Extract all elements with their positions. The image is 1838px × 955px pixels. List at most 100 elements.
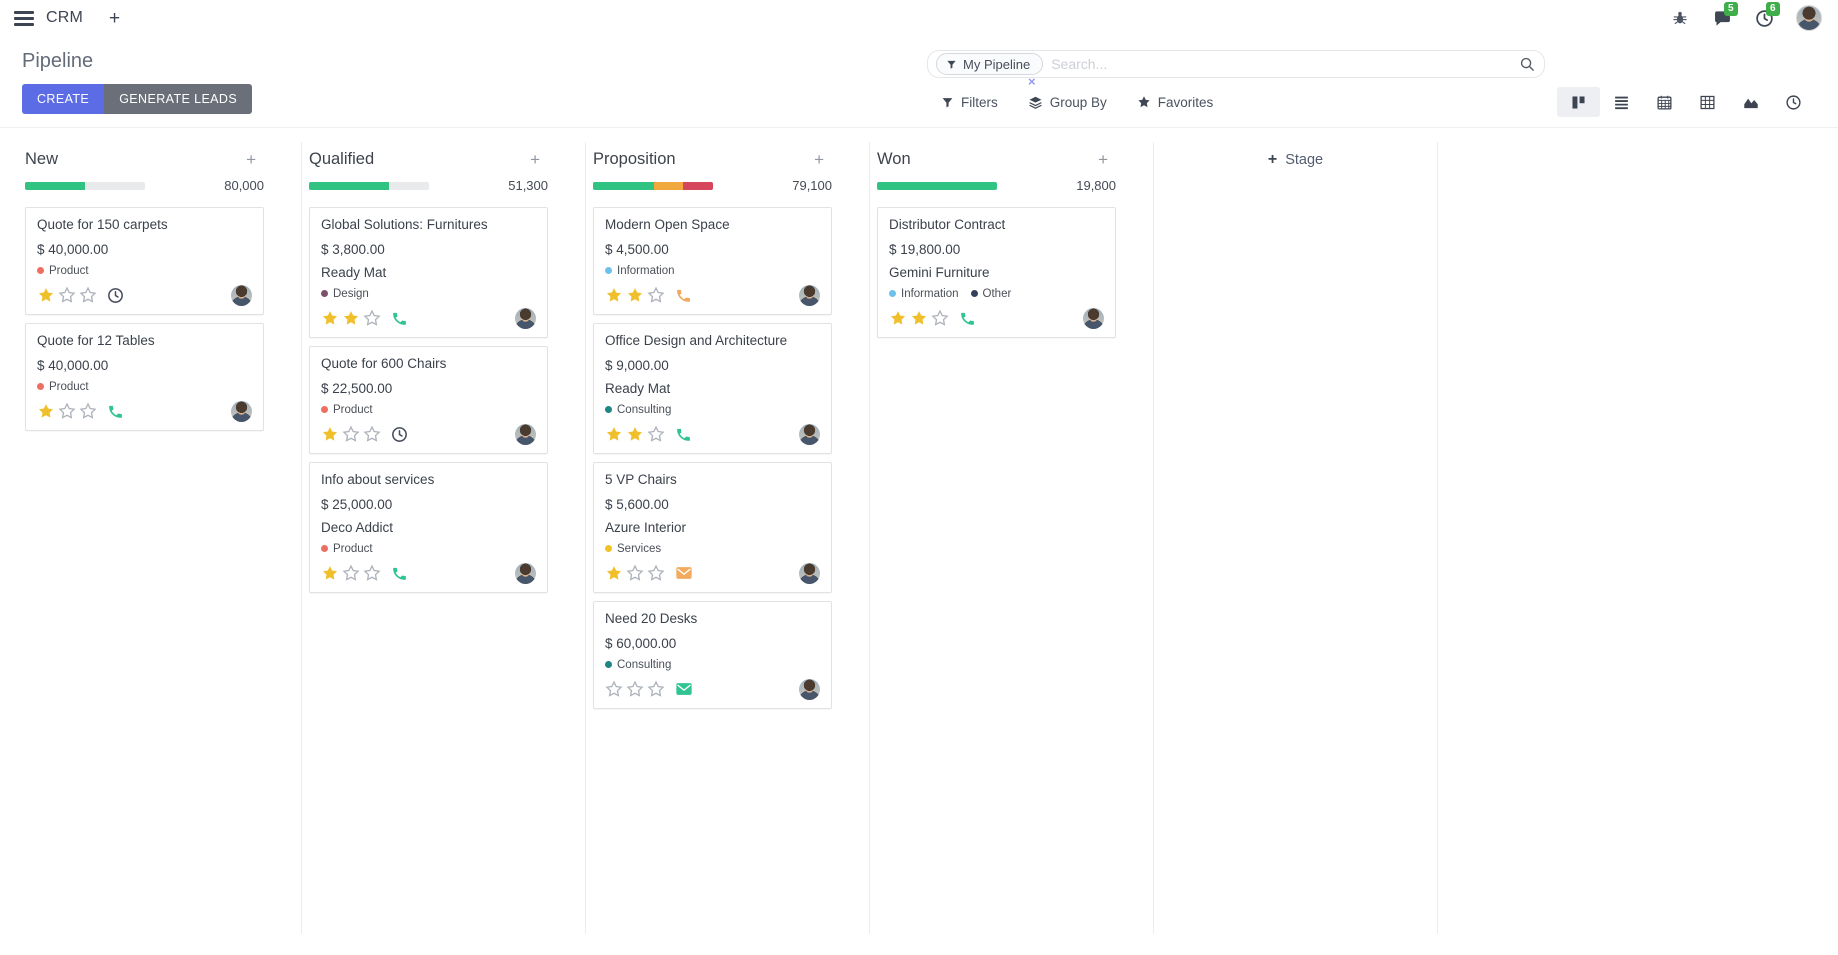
star-icon[interactable]: [931, 309, 949, 327]
star-icon[interactable]: [910, 309, 928, 327]
phone-icon[interactable]: [675, 287, 692, 304]
kanban-card-info-about-services[interactable]: Info about services $ 25,000.00 Deco Add…: [309, 462, 548, 593]
tag-label: Information: [617, 265, 675, 277]
group-by-button[interactable]: Group By: [1028, 95, 1107, 110]
kanban-card-need-20-desks[interactable]: Need 20 Desks $ 60,000.00 Consulting: [593, 601, 832, 709]
clock-icon[interactable]: [391, 426, 408, 443]
tag-product: Product: [321, 543, 373, 555]
kanban-card-global-solutions-furnitures[interactable]: Global Solutions: Furnitures $ 3,800.00 …: [309, 207, 548, 338]
view-kanban-button[interactable]: [1557, 87, 1600, 117]
star-icon[interactable]: [605, 564, 623, 582]
star-icon[interactable]: [321, 564, 339, 582]
create-button[interactable]: CREATE: [22, 84, 104, 114]
view-calendar-button[interactable]: [1643, 87, 1686, 117]
star-icon[interactable]: [626, 564, 644, 582]
star-icon[interactable]: [58, 402, 76, 420]
view-pivot-button[interactable]: [1686, 87, 1729, 117]
view-graph-button[interactable]: [1729, 87, 1772, 117]
layers-icon: [1028, 95, 1043, 110]
generate-leads-button[interactable]: GENERATE LEADS: [104, 84, 252, 114]
tag-color-dot: [605, 545, 612, 552]
phone-icon[interactable]: [675, 426, 692, 443]
star-icon[interactable]: [647, 680, 665, 698]
add-stage-button[interactable]: + Stage: [1268, 152, 1323, 168]
remove-facet-icon[interactable]: ×: [1028, 75, 1036, 88]
clock-icon[interactable]: [107, 287, 124, 304]
star-icon[interactable]: [605, 680, 623, 698]
card-tags: Product: [321, 404, 536, 416]
activities-icon[interactable]: 6: [1754, 8, 1774, 28]
messages-icon[interactable]: 5: [1712, 8, 1732, 28]
envelope-icon[interactable]: [675, 565, 693, 581]
favorites-button[interactable]: Favorites: [1137, 95, 1214, 110]
column-quick-add-button[interactable]: +: [814, 151, 824, 168]
phone-icon[interactable]: [959, 310, 976, 327]
user-avatar[interactable]: [1796, 5, 1822, 31]
star-icon[interactable]: [321, 425, 339, 443]
star-icon[interactable]: [647, 564, 665, 582]
favorites-label: Favorites: [1158, 95, 1214, 110]
search-bar[interactable]: My Pipeline ×: [927, 50, 1545, 78]
star-icon[interactable]: [58, 286, 76, 304]
kanban-card-quote-for-12-tables[interactable]: Quote for 12 Tables $ 40,000.00 Product: [25, 323, 264, 431]
column-progress-bar[interactable]: [25, 182, 145, 190]
star-icon[interactable]: [626, 680, 644, 698]
bug-icon[interactable]: [1670, 8, 1690, 28]
phone-icon[interactable]: [391, 310, 408, 327]
search-input[interactable]: [1051, 56, 1519, 72]
filters-button[interactable]: Filters: [941, 95, 998, 110]
column-progress-bar[interactable]: [309, 182, 429, 190]
star-icon[interactable]: [605, 425, 623, 443]
card-title: Distributor Contract: [889, 217, 1104, 234]
plus-icon[interactable]: +: [109, 9, 120, 28]
view-activity-button[interactable]: [1772, 87, 1815, 117]
star-icon[interactable]: [363, 425, 381, 443]
star-icon[interactable]: [79, 286, 97, 304]
kanban-card-quote-for-150-carpets[interactable]: Quote for 150 carpets $ 40,000.00 Produc…: [25, 207, 264, 315]
kanban-card-5-vp-chairs[interactable]: 5 VP Chairs $ 5,600.00 Azure Interior Se…: [593, 462, 832, 593]
activity-clock-icon: [1785, 94, 1802, 111]
star-icon[interactable]: [626, 286, 644, 304]
star-icon[interactable]: [37, 402, 55, 420]
kanban-column-new: New + 80,000 Quote for 150 carpets $ 40,…: [18, 142, 302, 934]
star-icon[interactable]: [37, 286, 55, 304]
apps-menu-icon[interactable]: [14, 11, 34, 26]
card-tags: Product: [37, 381, 252, 393]
control-panel: Pipeline CREATE GENERATE LEADS My Pipeli…: [0, 36, 1838, 128]
phone-icon[interactable]: [107, 403, 124, 420]
search-icon[interactable]: [1519, 56, 1536, 73]
card-amount: $ 19,800.00: [889, 242, 1104, 257]
view-list-button[interactable]: [1600, 87, 1643, 117]
column-quick-add-button[interactable]: +: [246, 151, 256, 168]
star-icon[interactable]: [342, 564, 360, 582]
star-icon[interactable]: [79, 402, 97, 420]
top-navbar: CRM + 5 6: [0, 0, 1838, 36]
tag-other: Other: [971, 288, 1012, 300]
star-icon[interactable]: [363, 309, 381, 327]
star-icon[interactable]: [605, 286, 623, 304]
phone-icon[interactable]: [391, 565, 408, 582]
kanban-card-quote-for-600-chairs[interactable]: Quote for 600 Chairs $ 22,500.00 Product: [309, 346, 548, 454]
envelope-icon[interactable]: [675, 681, 693, 697]
tag-label: Consulting: [617, 659, 671, 671]
star-icon[interactable]: [889, 309, 907, 327]
card-tags: Product: [321, 543, 536, 555]
kanban-card-office-design-and-architecture[interactable]: Office Design and Architecture $ 9,000.0…: [593, 323, 832, 454]
column-progress-bar[interactable]: [593, 182, 713, 190]
star-icon[interactable]: [342, 309, 360, 327]
star-icon[interactable]: [647, 286, 665, 304]
app-name[interactable]: CRM: [46, 9, 83, 27]
star-icon[interactable]: [321, 309, 339, 327]
search-facet-my-pipeline[interactable]: My Pipeline: [936, 53, 1043, 75]
column-title: Qualified: [309, 150, 374, 169]
star-icon[interactable]: [626, 425, 644, 443]
column-quick-add-button[interactable]: +: [1098, 151, 1108, 168]
tag-design: Design: [321, 288, 369, 300]
star-icon[interactable]: [342, 425, 360, 443]
column-quick-add-button[interactable]: +: [530, 151, 540, 168]
star-icon[interactable]: [647, 425, 665, 443]
column-progress-bar[interactable]: [877, 182, 997, 190]
kanban-card-distributor-contract[interactable]: Distributor Contract $ 19,800.00 Gemini …: [877, 207, 1116, 338]
kanban-card-modern-open-space[interactable]: Modern Open Space $ 4,500.00 Information: [593, 207, 832, 315]
star-icon[interactable]: [363, 564, 381, 582]
